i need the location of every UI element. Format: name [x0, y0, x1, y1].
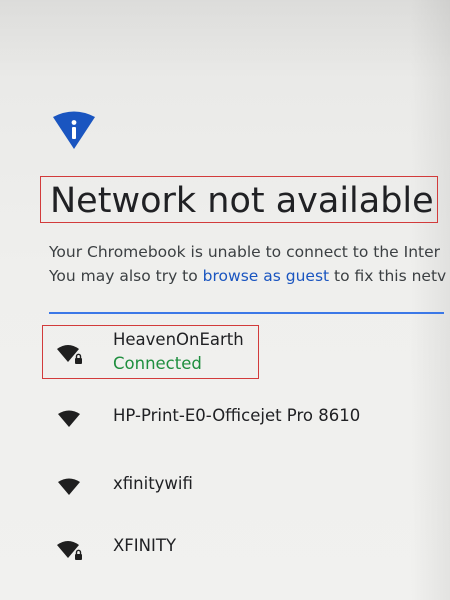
- description-line-2: You may also try to browse as guest to f…: [49, 264, 450, 288]
- description-line-2-prefix: You may also try to: [49, 267, 203, 285]
- info-wifi-icon: [53, 111, 95, 149]
- description-line-1: Your Chromebook is unable to connect to …: [49, 243, 441, 261]
- network-item[interactable]: xfinitywifi: [0, 466, 450, 506]
- network-name: XFINITY: [113, 536, 177, 555]
- page-title: Network not available: [50, 181, 434, 221]
- wifi-secured-icon: [57, 541, 82, 560]
- network-name: xfinitywifi: [113, 474, 193, 493]
- network-status: Connected: [113, 354, 202, 373]
- description-line-2-suffix: to fix this netv: [329, 267, 447, 285]
- network-name: HP-Print-E0-Officejet Pro 8610: [113, 406, 361, 425]
- network-screen: Network not available Your Chromebook is…: [0, 0, 450, 600]
- network-item[interactable]: XFINITY: [0, 528, 450, 568]
- top-shadow: [0, 0, 450, 80]
- description: Your Chromebook is unable to connect to …: [49, 240, 450, 288]
- network-name: HeavenOnEarth: [113, 330, 244, 349]
- right-shadow: [410, 0, 450, 600]
- network-item[interactable]: HeavenOnEarth Connected: [0, 330, 450, 380]
- progress-bar: [49, 312, 444, 314]
- wifi-secured-icon: [57, 345, 82, 364]
- wifi-icon: [58, 478, 80, 495]
- wifi-icon: [58, 410, 80, 427]
- network-item[interactable]: HP-Print-E0-Officejet Pro 8610: [0, 398, 450, 438]
- browse-as-guest-link[interactable]: browse as guest: [203, 267, 329, 285]
